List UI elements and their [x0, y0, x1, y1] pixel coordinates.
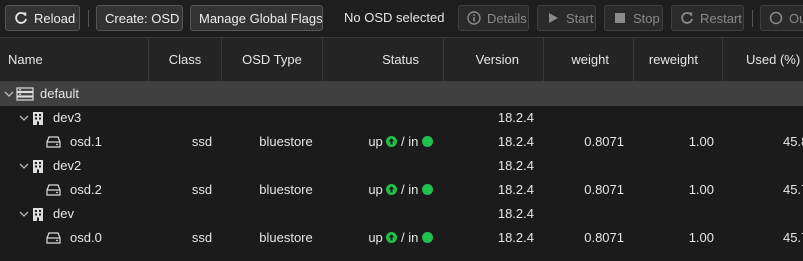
tree-row-host[interactable]: dev2 18.2.4 [0, 154, 803, 178]
building-icon [32, 159, 44, 174]
osd-version: 18.2.4 [497, 182, 534, 197]
osd-name: osd.1 [70, 134, 102, 149]
hard-drive-icon [46, 232, 61, 244]
osd-version: 18.2.4 [497, 230, 534, 245]
chevron-down-icon[interactable] [18, 208, 30, 220]
column-header-reweight[interactable]: reweight [634, 38, 723, 82]
tree-name-cell: osd.0 [46, 226, 102, 250]
tree-row-host[interactable]: dev3 18.2.4 [0, 106, 803, 130]
chevron-down-icon[interactable] [18, 112, 30, 124]
status-in-dot-icon [422, 136, 433, 147]
column-header-used[interactable]: Used (%) [723, 38, 803, 82]
refresh-icon [14, 11, 28, 25]
create-osd-button[interactable]: Create: OSD [96, 5, 183, 31]
out-label: Out [789, 10, 803, 26]
arrow-up-circle-icon [386, 136, 398, 147]
building-icon [32, 207, 44, 222]
osd-used: 45.7 [783, 182, 803, 197]
toolbar: Reload Create: OSD Manage Global Flags N… [0, 0, 803, 37]
toolbar-separator [752, 10, 753, 27]
tree-name-cell: osd.2 [46, 178, 102, 202]
osd-weight: 0.8071 [584, 134, 624, 149]
status-up-text: up [368, 230, 383, 245]
manage-global-flags-label: Manage Global Flags [199, 10, 323, 26]
arrow-up-circle-icon [386, 232, 398, 243]
details-button[interactable]: Details [458, 5, 529, 31]
host-name: dev3 [53, 110, 82, 125]
create-osd-label: Create: OSD [105, 10, 180, 26]
server-rack-icon [16, 87, 34, 101]
osd-used: 45.7 [783, 230, 803, 245]
tree-row-osd[interactable]: osd.2 ssd bluestore up / in 18.2.4 0.807… [0, 178, 803, 202]
info-icon [467, 11, 481, 25]
play-icon [546, 11, 560, 25]
host-version: 18.2.4 [497, 206, 534, 221]
details-label: Details [487, 10, 527, 26]
root-name: default [40, 86, 80, 101]
status-up-text: up [368, 182, 383, 197]
hard-drive-icon [46, 136, 61, 148]
arrow-up-circle-icon [386, 184, 398, 195]
tree-row-host[interactable]: dev 18.2.4 [0, 202, 803, 226]
column-header-weight[interactable]: weight [544, 38, 634, 82]
status-in-text: / in [401, 134, 419, 149]
host-version: 18.2.4 [497, 110, 534, 125]
tree-row-root[interactable]: default [0, 82, 803, 106]
reload-button[interactable]: Reload [5, 5, 80, 31]
chevron-down-icon[interactable] [3, 88, 15, 100]
host-version: 18.2.4 [497, 158, 534, 173]
osd-reweight: 1.00 [688, 134, 714, 149]
column-header-status[interactable]: Status [323, 38, 444, 82]
restart-label: Restart [700, 10, 742, 26]
stop-label: Stop [633, 10, 660, 26]
stop-button[interactable]: Stop [604, 5, 663, 31]
osd-weight: 0.8071 [584, 182, 624, 197]
tree-name-cell: default [3, 82, 79, 106]
tree-row-osd[interactable]: osd.0 ssd bluestore up / in 18.2.4 0.807… [0, 226, 803, 250]
column-header-name[interactable]: Name [0, 38, 149, 82]
start-label: Start [566, 10, 594, 26]
column-header-row: Name Class OSD Type Status Version weigh… [0, 37, 803, 82]
tree-row-osd[interactable]: osd.1 ssd bluestore up / in 18.2.4 0.807… [0, 130, 803, 154]
tree-name-cell: osd.1 [46, 130, 102, 154]
selection-status: No OSD selected [344, 10, 445, 25]
manage-global-flags-button[interactable]: Manage Global Flags [190, 5, 323, 31]
tree-name-cell: dev3 [18, 106, 81, 130]
status-in-text: / in [401, 230, 419, 245]
stop-icon [613, 11, 627, 25]
circle-icon [769, 11, 783, 25]
osd-version: 18.2.4 [497, 134, 534, 149]
osd-reweight: 1.00 [688, 230, 714, 245]
tree-name-cell: dev2 [18, 154, 81, 178]
osd-used: 45.8 [783, 134, 803, 149]
out-button[interactable]: Out [760, 5, 803, 31]
reload-label: Reload [34, 10, 76, 26]
tree-name-cell: dev [18, 202, 74, 226]
column-header-version[interactable]: Version [444, 38, 544, 82]
hard-drive-icon [46, 184, 61, 196]
osd-name: osd.0 [70, 230, 102, 245]
column-header-osd-type[interactable]: OSD Type [222, 38, 323, 82]
status-in-dot-icon [422, 184, 433, 195]
toolbar-separator [88, 10, 89, 27]
building-icon [32, 111, 44, 126]
restart-button[interactable]: Restart [671, 5, 744, 31]
refresh-icon [680, 11, 694, 25]
osd-weight: 0.8071 [584, 230, 624, 245]
status-up-text: up [368, 134, 383, 149]
host-name: dev2 [53, 158, 82, 173]
chevron-down-icon[interactable] [18, 160, 30, 172]
column-header-class[interactable]: Class [149, 38, 222, 82]
start-button[interactable]: Start [537, 5, 596, 31]
status-in-dot-icon [422, 232, 433, 243]
osd-reweight: 1.00 [688, 182, 714, 197]
osd-status: up / in [323, 130, 433, 154]
status-in-text: / in [401, 182, 419, 197]
osd-status: up / in [323, 178, 433, 202]
osd-status: up / in [323, 226, 433, 250]
host-name: dev [53, 206, 74, 221]
osd-name: osd.2 [70, 182, 102, 197]
